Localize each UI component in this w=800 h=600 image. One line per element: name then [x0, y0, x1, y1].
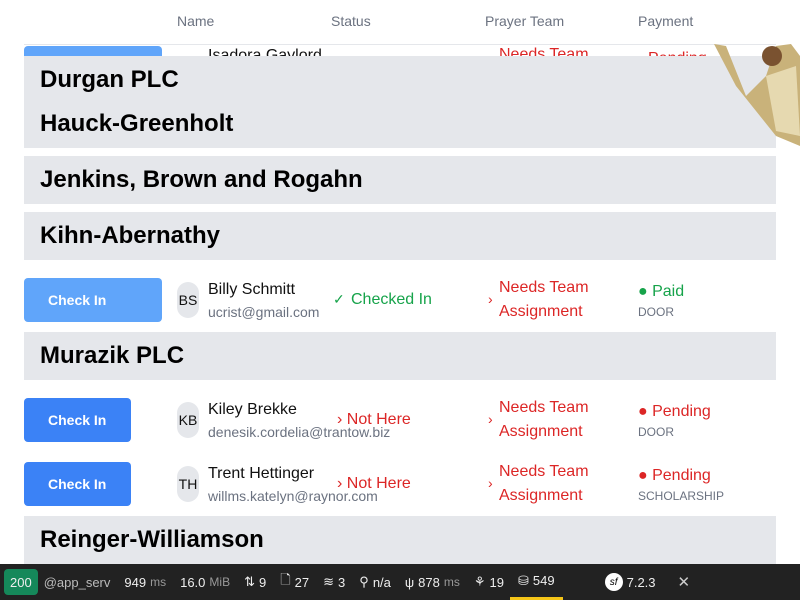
group-title: Hauck-Greenholt — [40, 110, 234, 137]
status-code-badge[interactable]: 200 — [4, 569, 38, 595]
attendee-name: Kiley Brekke — [208, 401, 297, 418]
payment-label: Pending — [652, 403, 711, 420]
layers-icon: ≋ — [323, 574, 335, 589]
time-item[interactable]: 949 ms — [124, 575, 166, 590]
jesus-figure-image — [714, 44, 800, 146]
time-unit: ms — [150, 575, 167, 589]
logs-value: 27 — [294, 574, 310, 590]
user-item[interactable]: ⚲ n/a — [359, 574, 391, 590]
avatar: BS — [177, 282, 199, 318]
avatar: KB — [177, 402, 199, 438]
team-assignment[interactable]: Needs Team Assignment — [499, 460, 589, 508]
chevron-right-icon: › — [488, 475, 493, 491]
payment-status: ● Paid — [638, 283, 685, 300]
group-header-kihn: Kihn-Abernathy — [24, 212, 776, 260]
status-label: Not Here — [346, 411, 411, 428]
check-in-button[interactable]: Check In — [24, 278, 162, 322]
events-item[interactable]: ⚘ 19 — [474, 574, 504, 590]
payment-type: DOOR — [638, 425, 674, 439]
requests-value: 9 — [258, 574, 267, 590]
team-line: Assignment — [499, 487, 583, 504]
column-header-prayer-team: Prayer Team — [485, 13, 565, 29]
header-divider — [24, 44, 776, 45]
symfony-item[interactable]: sf 7.2.3 — [604, 573, 656, 591]
route-label: @app_serv — [43, 574, 111, 590]
queries-value: 549 — [532, 573, 555, 588]
column-header-status: Status — [331, 13, 371, 29]
attendee-name: Trent Hettinger — [208, 465, 315, 482]
attendee-name: Billy Schmitt — [208, 281, 296, 298]
check-icon: ✓ — [333, 291, 345, 307]
group-title: Kihn-Abernathy — [40, 222, 220, 249]
close-toolbar-button[interactable]: ✕ — [678, 573, 691, 591]
team-line: Assignment — [499, 423, 583, 440]
payment-label: Pending — [652, 467, 711, 484]
group-header-jenkins: Jenkins, Brown and Rogahn — [24, 156, 776, 204]
payment-status: ● Pending — [638, 403, 711, 420]
route-item[interactable]: @app_serv — [44, 575, 111, 590]
init-item[interactable]: ψ 878 ms — [405, 575, 460, 590]
cache-item[interactable]: ≋ 3 — [323, 574, 345, 590]
init-unit: ms — [443, 575, 460, 589]
payment-type: SCHOLARSHIP — [638, 489, 725, 503]
status-checked-in[interactable]: Checked In — [351, 291, 432, 309]
group-title: Murazik PLC — [40, 342, 185, 369]
memory-value: 16.0 — [180, 574, 206, 590]
user-icon: ⚲ — [359, 574, 369, 589]
group-title: Jenkins, Brown and Rogahn — [40, 166, 363, 193]
team-line: Needs Team — [499, 463, 589, 480]
column-header-payment: Payment — [638, 13, 694, 29]
check-in-button[interactable]: Check In — [24, 398, 131, 442]
payment-type: DOOR — [638, 305, 674, 319]
team-line: Needs Team — [499, 399, 589, 416]
arrows-icon: ⇅ — [244, 574, 255, 589]
payment-status: ● Pending — [638, 467, 711, 484]
status-label: Not Here — [346, 475, 411, 492]
group-title: Reinger-Williamson — [40, 526, 264, 553]
sprout-icon: ψ — [404, 574, 415, 590]
team-line: Needs Team — [499, 279, 589, 296]
logs-item[interactable]: 🗋 27 — [280, 571, 309, 593]
debug-toolbar: 200 @app_serv 949 ms 16.0 MiB ⇅ 9 🗋 27 ≋ 3 ⚲ n… — [0, 564, 800, 600]
team-assignment[interactable]: Needs Team Assignment — [499, 276, 589, 324]
group-header-murazik: Murazik PLC — [24, 332, 776, 380]
team-assignment[interactable]: Needs Team Assignment — [499, 396, 589, 444]
cache-value: 3 — [338, 574, 346, 590]
group-header-durgan: Durgan PLC Hauck-Greenholt — [24, 56, 776, 148]
team-line: Assignment — [499, 303, 583, 320]
init-value: 878 — [418, 574, 440, 590]
chevron-right-icon: › — [488, 291, 493, 307]
memory-item[interactable]: 16.0 MiB — [180, 575, 230, 590]
database-icon: ⛁ — [518, 572, 529, 588]
avatar: TH — [177, 466, 199, 502]
check-in-button[interactable]: Check In — [24, 462, 131, 506]
column-header-name: Name — [177, 13, 215, 29]
attendee-email: ucrist@gmail.com — [208, 304, 320, 320]
file-alert-icon: 🗋 — [280, 572, 291, 587]
user-value: n/a — [372, 574, 391, 590]
payment-label: Paid — [652, 283, 685, 300]
events-icon: ⚘ — [473, 574, 486, 589]
group-header-reinger: Reinger-Williamson — [24, 516, 776, 564]
events-value: 19 — [489, 574, 504, 590]
database-item[interactable]: ⛁ 549 — [510, 564, 563, 600]
chevron-right-icon: › — [488, 411, 493, 427]
time-value: 949 — [124, 574, 147, 590]
status-not-here[interactable]: › Not Here — [337, 411, 411, 429]
memory-unit: MiB — [209, 575, 231, 589]
status-not-here[interactable]: › Not Here — [337, 475, 411, 493]
requests-item[interactable]: ⇅ 9 — [244, 574, 266, 590]
version-value: 7.2.3 — [626, 574, 656, 590]
symfony-logo-icon: sf — [604, 573, 623, 591]
group-title: Durgan PLC — [40, 66, 179, 93]
